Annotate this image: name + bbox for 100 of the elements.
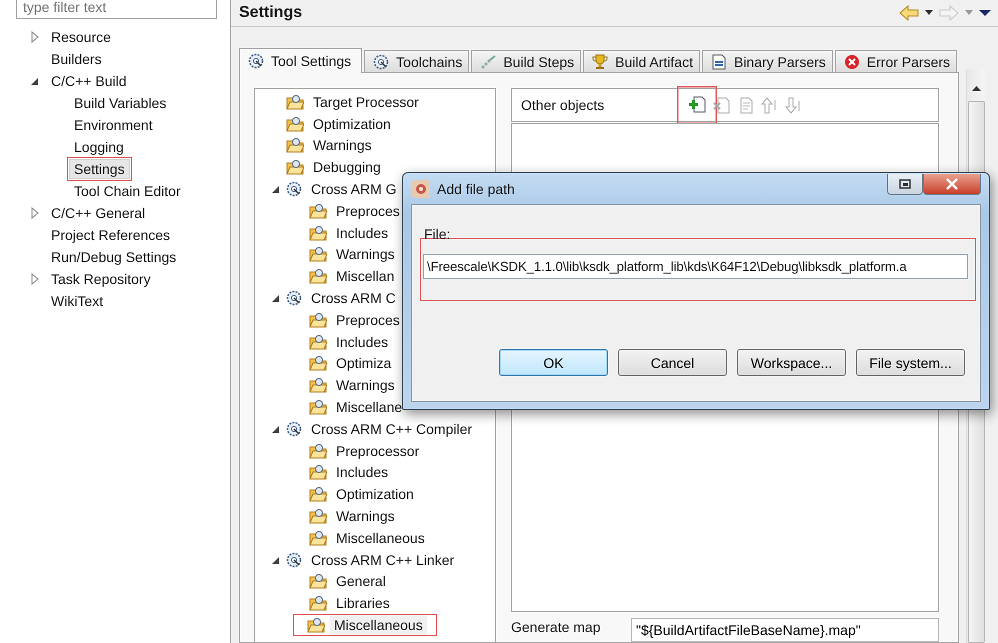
tab[interactable]: Toolchains bbox=[364, 50, 470, 72]
close-icon bbox=[945, 178, 959, 190]
tree-item[interactable]: Miscellane bbox=[332, 397, 406, 418]
tree-item[interactable]: Preproces bbox=[332, 200, 404, 221]
tree-item[interactable]: Cross ARM C++ Linker bbox=[307, 550, 458, 570]
nav-item[interactable]: Logging bbox=[69, 137, 129, 157]
folder-icon bbox=[307, 617, 325, 634]
folder-icon bbox=[309, 246, 327, 262]
tree-item[interactable]: Optimiza bbox=[332, 353, 396, 374]
collapse-arrow-icon[interactable] bbox=[271, 424, 281, 434]
gear-icon bbox=[286, 181, 302, 198]
filter-field[interactable]: type filter text bbox=[16, 0, 217, 19]
tree-item[interactable]: Miscellaneous bbox=[332, 528, 429, 548]
folder-icon bbox=[309, 442, 327, 459]
dialog-button[interactable]: Cancel bbox=[618, 349, 727, 376]
folder-icon bbox=[309, 377, 327, 394]
tree-item[interactable]: Cross ARM G bbox=[307, 179, 401, 200]
error-icon bbox=[844, 54, 860, 70]
folder-icon bbox=[286, 116, 304, 132]
collapse-arrow-icon[interactable] bbox=[271, 184, 281, 194]
file-path-field[interactable]: \Freescale\KSDK_1.1.0\lib\ksdk_platform_lib\kds\K64F12\Debug\libksdk_platform.a bbox=[423, 254, 968, 279]
tree-item[interactable]: Debugging bbox=[309, 157, 385, 178]
folder-icon bbox=[309, 268, 327, 284]
nav-item[interactable]: Task Repository bbox=[46, 269, 156, 289]
field-label: Generate map bbox=[511, 619, 602, 635]
folder-icon bbox=[286, 137, 304, 154]
folder-icon bbox=[309, 508, 327, 524]
gear-icon bbox=[286, 552, 302, 568]
tree-item[interactable]: Libraries bbox=[332, 593, 394, 614]
folder-icon bbox=[309, 334, 327, 350]
field-label: File: bbox=[424, 226, 450, 242]
tree-item[interactable]: Includes bbox=[332, 462, 392, 482]
tree-item[interactable]: Miscellan bbox=[332, 266, 398, 286]
nav-item[interactable]: Builders bbox=[46, 49, 107, 69]
close-button[interactable] bbox=[923, 174, 981, 195]
folder-icon bbox=[309, 573, 327, 590]
tree-item[interactable]: Target Processor bbox=[309, 92, 423, 112]
view-menu-icon[interactable] bbox=[978, 9, 992, 17]
map-file-field[interactable]: "${BuildArtifactFileBaseName}.map" bbox=[631, 618, 939, 642]
nav-item[interactable]: Build Variables bbox=[69, 93, 172, 113]
tab[interactable]: Build Steps bbox=[471, 50, 582, 72]
nav-item[interactable]: C/C++ Build bbox=[46, 71, 132, 91]
restore-button[interactable] bbox=[887, 174, 923, 195]
collapse-arrow-icon[interactable] bbox=[271, 554, 281, 565]
folder-icon bbox=[309, 202, 327, 219]
list-label: Other objects bbox=[521, 97, 606, 113]
gear-icon bbox=[286, 420, 302, 437]
folder-icon bbox=[309, 464, 327, 480]
folder-icon bbox=[309, 224, 327, 241]
scroll-up-icon[interactable] bbox=[972, 85, 980, 91]
folder-icon bbox=[286, 159, 304, 176]
dropdown-caret-icon[interactable] bbox=[924, 9, 934, 17]
steps-icon bbox=[480, 54, 496, 70]
tree-item[interactable]: Warnings bbox=[332, 375, 399, 396]
nav-item[interactable]: Environment bbox=[69, 115, 158, 135]
nav-item[interactable]: Settings bbox=[69, 159, 130, 179]
tree-item[interactable]: Preprocessor bbox=[332, 440, 424, 461]
folder-icon bbox=[309, 530, 327, 546]
folder-icon bbox=[286, 94, 304, 110]
folder-icon bbox=[309, 312, 327, 328]
restore-icon bbox=[898, 178, 912, 190]
folder-icon bbox=[309, 595, 327, 612]
app-icon bbox=[411, 178, 431, 198]
nav-item[interactable]: Run/Debug Settings bbox=[46, 247, 182, 267]
tree-item[interactable]: Cross ARM C++ Compiler bbox=[307, 418, 476, 439]
tab[interactable]: Build Artifact bbox=[583, 50, 700, 72]
tree-item[interactable]: General bbox=[332, 571, 390, 592]
gear-icon bbox=[248, 53, 264, 69]
dialog-button[interactable]: Workspace... bbox=[737, 349, 846, 376]
tree-item[interactable]: Warnings bbox=[332, 244, 399, 264]
tree-item[interactable]: Optimization bbox=[332, 484, 418, 504]
tree-item[interactable]: Warnings bbox=[309, 135, 376, 156]
dialog-button[interactable]: File system... bbox=[856, 349, 965, 376]
nav-item[interactable]: C/C++ General bbox=[46, 203, 150, 223]
tree-item[interactable]: Cross ARM C bbox=[307, 288, 400, 308]
nav-item[interactable]: Tool Chain Editor bbox=[69, 181, 186, 201]
tree-item[interactable]: Miscellaneous bbox=[330, 615, 427, 636]
tree-item[interactable]: Optimization bbox=[309, 114, 395, 134]
tab[interactable]: Binary Parsers bbox=[702, 50, 833, 72]
tree-item[interactable]: Includes bbox=[332, 222, 392, 243]
add-icon[interactable] bbox=[677, 86, 717, 124]
nav-item[interactable]: Resource bbox=[46, 27, 116, 47]
document-icon bbox=[710, 54, 727, 70]
folder-icon bbox=[309, 486, 327, 502]
gear-icon bbox=[373, 54, 390, 70]
folder-icon bbox=[309, 355, 327, 372]
tree-item[interactable]: Warnings bbox=[332, 506, 399, 526]
tab[interactable]: Tool Settings bbox=[239, 48, 362, 73]
tree-item[interactable]: Preproces bbox=[332, 310, 404, 330]
tree-item[interactable]: Includes bbox=[332, 332, 392, 352]
collapse-arrow-icon[interactable] bbox=[271, 293, 281, 304]
tab[interactable]: Error Parsers bbox=[834, 50, 958, 72]
trophy-icon bbox=[592, 54, 608, 70]
nav-item[interactable]: WikiText bbox=[46, 291, 108, 311]
page-title: Settings bbox=[239, 4, 304, 22]
dialog-title: Add file path bbox=[437, 180, 516, 196]
nav-item[interactable]: Project References bbox=[46, 225, 176, 245]
gear-icon bbox=[286, 290, 302, 306]
dialog-button[interactable]: OK bbox=[499, 349, 608, 376]
folder-icon bbox=[309, 399, 327, 416]
